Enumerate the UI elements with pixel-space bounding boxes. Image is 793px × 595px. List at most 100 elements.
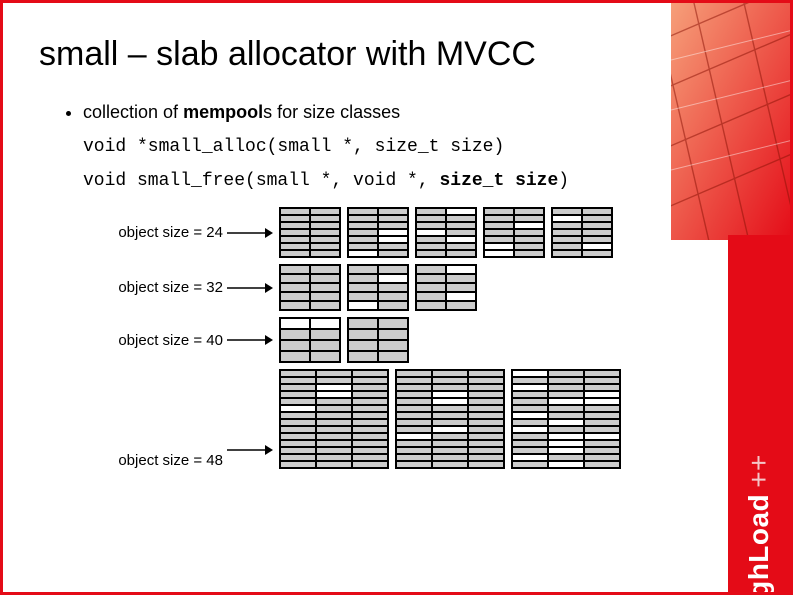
- slab: [511, 369, 621, 469]
- slab-cell: [432, 405, 468, 412]
- slab-cell: [548, 405, 584, 412]
- bullet-list: collection of mempools for size classes: [83, 102, 654, 123]
- slab-cell: [416, 292, 446, 301]
- slab-cell: [396, 454, 432, 461]
- slab-cell: [280, 398, 316, 405]
- slab-diagram: object size = 24object size = 32object s…: [83, 207, 654, 469]
- slab-cell: [348, 340, 378, 351]
- slab-cell: [512, 398, 548, 405]
- slab-cell: [316, 447, 352, 454]
- slab-cell: [280, 426, 316, 433]
- slab-cell: [468, 440, 504, 447]
- slab-cell: [378, 292, 408, 301]
- slab-cell: [280, 405, 316, 412]
- slab-cell: [552, 236, 582, 243]
- slab-cell: [310, 340, 340, 351]
- slab-cell: [552, 222, 582, 229]
- slab-cell: [512, 405, 548, 412]
- slab-cell: [512, 461, 548, 468]
- slab-cell: [432, 412, 468, 419]
- slab-cell: [310, 351, 340, 362]
- brand-logo: HighLoad++: [743, 454, 775, 595]
- slab-group: [279, 264, 477, 311]
- slab-cell: [514, 222, 544, 229]
- slab-cell: [348, 243, 378, 250]
- slab-cell: [512, 447, 548, 454]
- slab-cell: [280, 391, 316, 398]
- slab-cell: [468, 377, 504, 384]
- slab-cell: [548, 461, 584, 468]
- slab-cell: [548, 426, 584, 433]
- slab-cell: [416, 265, 446, 274]
- slab-cell: [352, 433, 388, 440]
- slab-cell: [378, 351, 408, 362]
- slab-cell: [310, 236, 340, 243]
- slab-cell: [396, 440, 432, 447]
- slab-cell: [416, 301, 446, 310]
- slab-cell: [280, 377, 316, 384]
- slab-cell: [432, 391, 468, 398]
- slab-cell: [280, 433, 316, 440]
- slab-cell: [446, 301, 476, 310]
- slab-cell: [280, 292, 310, 301]
- slab-cell: [396, 370, 432, 377]
- slab-cell: [378, 208, 408, 215]
- slab: [551, 207, 613, 258]
- slab-cell: [584, 384, 620, 391]
- slab-cell: [468, 398, 504, 405]
- slab: [347, 317, 409, 363]
- slab-cell: [484, 243, 514, 250]
- slab-cell: [310, 329, 340, 340]
- slab-cell: [468, 405, 504, 412]
- slab-cell: [352, 412, 388, 419]
- slab-cell: [514, 243, 544, 250]
- slab-cell: [396, 398, 432, 405]
- slab-cell: [396, 419, 432, 426]
- slab-cell: [352, 377, 388, 384]
- slab-cell: [352, 419, 388, 426]
- slab-cell: [280, 447, 316, 454]
- slab-cell: [552, 250, 582, 257]
- slab-cell: [432, 454, 468, 461]
- slab-cell: [552, 229, 582, 236]
- slab-group: [279, 317, 409, 363]
- slab-cell: [348, 250, 378, 257]
- slab-cell: [432, 461, 468, 468]
- slab: [395, 369, 505, 469]
- code-line-2: void small_free(small *, void *, size_t …: [83, 171, 654, 191]
- slab-cell: [432, 377, 468, 384]
- slab-cell: [316, 433, 352, 440]
- slab-cell: [348, 283, 378, 292]
- slab-cell: [310, 283, 340, 292]
- row-label: object size = 24: [83, 224, 223, 241]
- slab-cell: [432, 398, 468, 405]
- slab-cell: [468, 419, 504, 426]
- slab-cell: [548, 412, 584, 419]
- slab-cell: [416, 236, 446, 243]
- slab-group: [279, 207, 613, 258]
- arrow-icon: [227, 443, 273, 457]
- slab-cell: [348, 236, 378, 243]
- diagram-row: object size = 48: [83, 369, 654, 469]
- slab-cell: [352, 391, 388, 398]
- slab-cell: [316, 426, 352, 433]
- slab-group: [279, 369, 621, 469]
- slab-cell: [512, 377, 548, 384]
- slab-cell: [432, 433, 468, 440]
- slab-cell: [446, 236, 476, 243]
- slab-cell: [416, 222, 446, 229]
- slab-cell: [348, 351, 378, 362]
- slab-cell: [316, 461, 352, 468]
- slab-cell: [584, 405, 620, 412]
- slab-cell: [396, 461, 432, 468]
- slab-cell: [432, 426, 468, 433]
- slab: [415, 207, 477, 258]
- slab-cell: [416, 250, 446, 257]
- slab-cell: [582, 208, 612, 215]
- code2-post: ): [558, 171, 569, 191]
- slab-cell: [548, 454, 584, 461]
- slab-cell: [468, 447, 504, 454]
- slab-cell: [280, 250, 310, 257]
- slab-cell: [468, 412, 504, 419]
- slab-cell: [310, 318, 340, 329]
